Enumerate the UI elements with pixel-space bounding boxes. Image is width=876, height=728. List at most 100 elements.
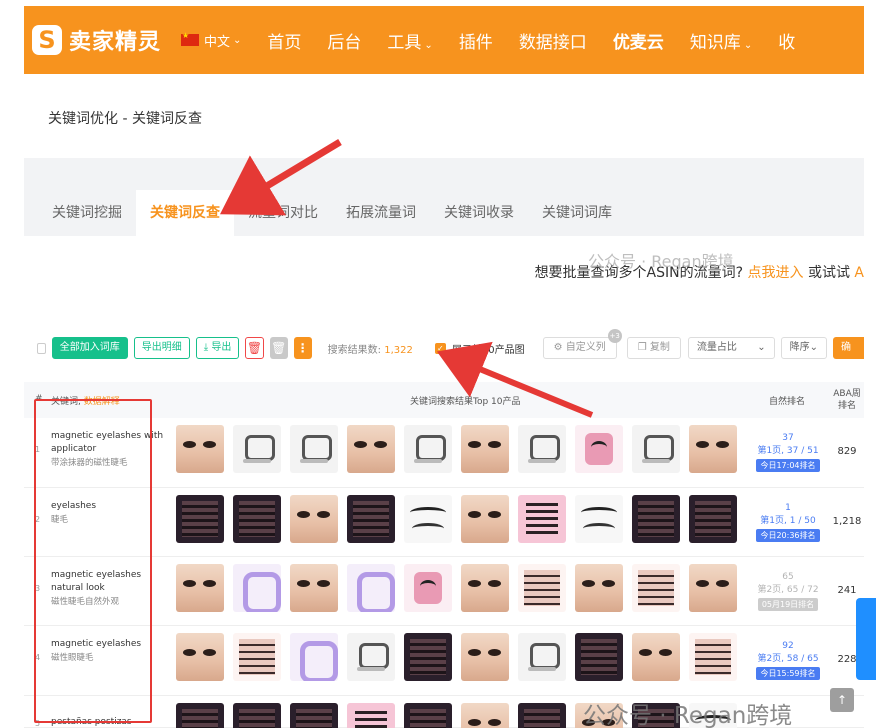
product-thumbnail[interactable] — [404, 425, 452, 473]
product-thumbnail[interactable] — [290, 425, 338, 473]
sort-field-select[interactable]: 流量占比 ⌄ — [687, 337, 775, 359]
aba-rank: 241 — [837, 585, 857, 596]
product-thumbnail[interactable] — [347, 495, 395, 543]
product-thumbnail[interactable] — [575, 633, 623, 681]
nav-item[interactable]: 插件 — [459, 28, 493, 53]
promo-link[interactable]: 点我进入 — [748, 265, 804, 281]
product-thumbnail[interactable] — [632, 633, 680, 681]
product-thumbnail[interactable] — [176, 633, 224, 681]
product-thumbnail[interactable] — [233, 564, 281, 612]
tab-item[interactable]: 关键词收录 — [430, 190, 528, 236]
product-thumbnail[interactable] — [290, 495, 338, 543]
product-thumbnail[interactable] — [461, 564, 509, 612]
product-thumbnail[interactable] — [404, 703, 452, 728]
product-thumbnail[interactable] — [461, 633, 509, 681]
page-edge — [864, 0, 876, 598]
delete-icon[interactable]: 🗑 — [245, 337, 264, 359]
main-nav: 首页 后台 工具 ⌄ 插件 数据接口 优麦云 知识库 ⌄ 收 — [241, 28, 795, 53]
product-thumbnail[interactable] — [290, 703, 338, 728]
product-thumbnail[interactable] — [233, 703, 281, 728]
nav-item[interactable]: 数据接口 — [519, 28, 587, 53]
nav-item[interactable]: 后台 — [327, 28, 361, 53]
product-thumbnail[interactable] — [632, 495, 680, 543]
more-icon[interactable]: ⋮ — [293, 337, 312, 359]
rank-page: 第2页, 65 / 72 — [757, 585, 819, 595]
tab-item[interactable]: 流量词对比 — [234, 190, 332, 236]
product-thumbnail[interactable] — [461, 425, 509, 473]
side-help-tab[interactable] — [856, 598, 876, 680]
copy-button[interactable]: ❐ 复制 — [626, 337, 681, 359]
product-thumbnail[interactable] — [461, 703, 509, 728]
product-thumbnail[interactable] — [347, 633, 395, 681]
product-thumbnail[interactable] — [176, 564, 224, 612]
product-thumbnail[interactable] — [461, 495, 509, 543]
product-thumbnail[interactable] — [404, 495, 452, 543]
product-thumbnail[interactable] — [233, 495, 281, 543]
product-thumbnail[interactable] — [689, 564, 737, 612]
back-to-top-button[interactable]: ↑ — [830, 688, 854, 712]
tab-item[interactable]: 关键词反查 — [136, 190, 234, 236]
product-thumbnail[interactable] — [689, 633, 737, 681]
product-thumbnail[interactable] — [347, 425, 395, 473]
tab-item[interactable]: 拓展流量词 — [332, 190, 430, 236]
product-thumbnail[interactable] — [575, 425, 623, 473]
export-detail-button[interactable]: 导出明细 — [133, 337, 190, 359]
natural-rank[interactable]: 92 第2页, 58 / 65 今日15:59排名 — [750, 640, 826, 681]
sort-order-select[interactable]: 降序 ⌄ — [780, 337, 828, 359]
natural-rank[interactable]: 37 第1页, 37 / 51 今日17:04排名 — [750, 432, 826, 473]
product-thumbnail[interactable] — [176, 495, 224, 543]
product-thumbnail[interactable] — [632, 425, 680, 473]
product-thumbnail[interactable] — [518, 425, 566, 473]
add-all-button[interactable]: 全部加入词库 — [51, 337, 128, 359]
header-aba[interactable]: ABA周排名 — [832, 388, 862, 412]
export-button[interactable]: ⤓ 导出 — [195, 337, 240, 359]
product-thumbnail[interactable] — [233, 425, 281, 473]
tab-item[interactable]: 关键词词库 — [528, 190, 626, 236]
product-thumbnail[interactable] — [176, 703, 224, 728]
nav-item[interactable]: 收 — [778, 28, 795, 53]
nav-item-label: 收 — [778, 32, 796, 53]
product-thumbnail[interactable] — [176, 425, 224, 473]
product-thumbnail[interactable] — [632, 564, 680, 612]
custom-columns-button[interactable]: ⚙ 自定义列 +3 — [542, 329, 622, 359]
product-thumbnail[interactable] — [518, 495, 566, 543]
nav-item[interactable]: 首页 — [267, 28, 301, 53]
nav-item[interactable]: 工具 ⌄ — [387, 28, 432, 53]
product-thumbnail[interactable] — [518, 564, 566, 612]
language-selector[interactable]: 中文 ⌄ — [181, 31, 241, 50]
product-thumbnail[interactable] — [404, 633, 452, 681]
nav-item-label: 插件 — [458, 32, 493, 53]
product-thumbnail[interactable] — [575, 564, 623, 612]
nav-item[interactable]: 优麦云 — [613, 28, 664, 53]
product-thumbnail[interactable] — [689, 425, 737, 473]
select-all-checkbox[interactable] — [37, 342, 46, 354]
product-thumbnail[interactable] — [518, 633, 566, 681]
header-natural-rank[interactable]: 自然排名 — [769, 394, 805, 407]
confirm-button[interactable]: 确定 — [833, 337, 864, 375]
show-top10-toggle[interactable]: ✓ 展示前10产品图 — [434, 341, 525, 356]
product-thumbnail[interactable] — [347, 703, 395, 728]
tab-item[interactable]: 关键词挖掘 — [38, 190, 136, 236]
natural-rank[interactable]: 1 第1页, 1 / 50 今日20:36排名 — [750, 502, 826, 543]
chevron-down-icon: ⌄ — [233, 34, 242, 46]
product-thumbnail[interactable] — [347, 564, 395, 612]
top10-products — [176, 564, 746, 612]
product-thumbnail[interactable] — [404, 564, 452, 612]
product-thumbnail[interactable] — [518, 703, 566, 728]
natural-rank[interactable]: 65 第2页, 65 / 72 05月19日排名 — [750, 571, 826, 612]
trash-gray-icon[interactable]: 🗑 — [269, 337, 288, 359]
brand-logo[interactable]: S 卖家精灵 — [32, 24, 161, 56]
custom-columns-label: 自定义列 — [565, 342, 606, 353]
product-thumbnail[interactable] — [689, 495, 737, 543]
chevron-down-icon: ⌄ — [809, 342, 819, 353]
nav-item-label: 后台 — [327, 32, 362, 53]
rank-time-badge: 05月19日排名 — [757, 598, 819, 611]
product-thumbnail[interactable] — [575, 495, 623, 543]
product-thumbnail[interactable] — [233, 633, 281, 681]
nav-item[interactable]: 知识库 ⌄ — [690, 28, 752, 53]
result-number: 1,322 — [384, 344, 413, 356]
promo-extra-link[interactable]: A — [854, 265, 864, 281]
promo-area: 想要批量查询多个ASIN的流量词? 点我进入 或试试 A — [24, 236, 864, 296]
product-thumbnail[interactable] — [290, 564, 338, 612]
product-thumbnail[interactable] — [290, 633, 338, 681]
